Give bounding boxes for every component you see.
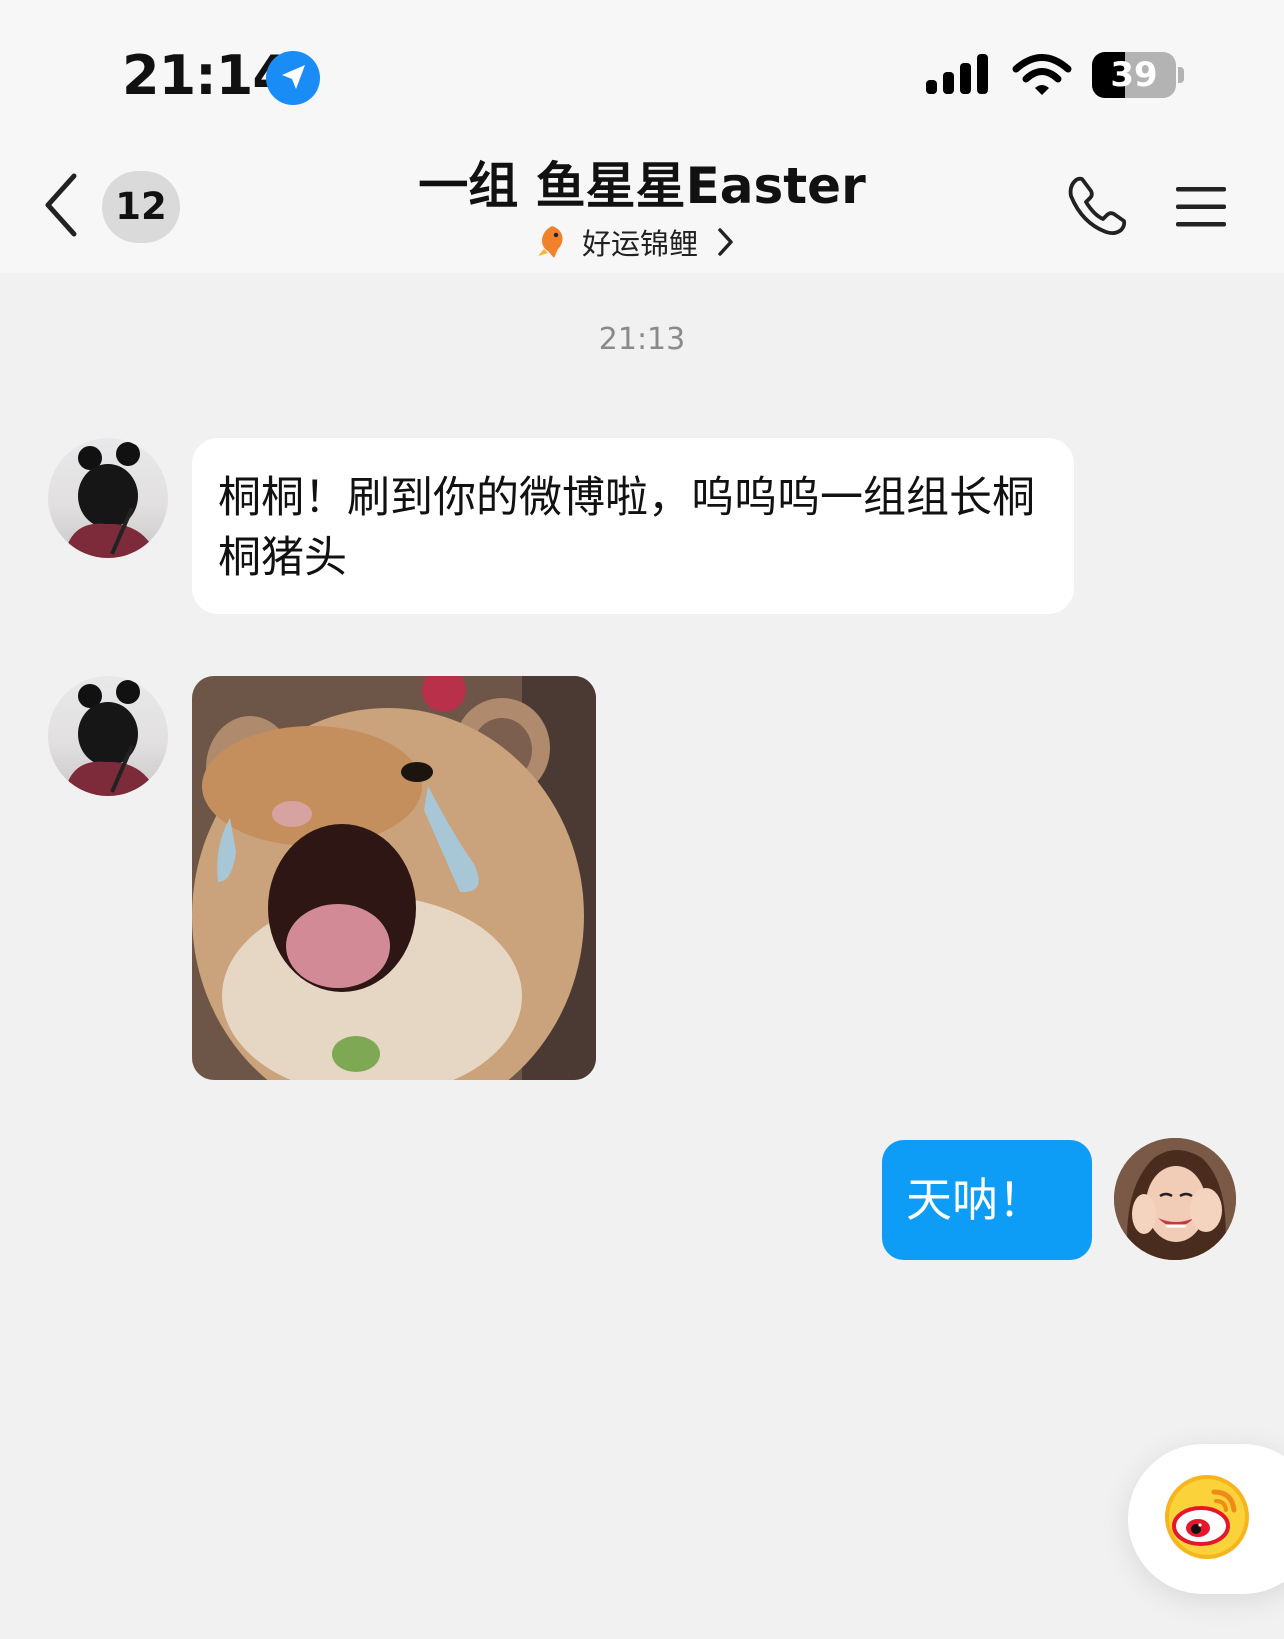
status-time: 21:14 (122, 44, 290, 107)
weibo-icon (1165, 1475, 1249, 1559)
location-arrow-icon (266, 51, 320, 105)
chevron-right-icon (718, 228, 733, 256)
unread-count-badge[interactable]: 12 (102, 171, 180, 243)
phone-icon[interactable] (1066, 174, 1128, 236)
group-tag-label: 好运锦鲤 (582, 227, 699, 261)
message-bubble-sent[interactable]: 天呐！ (882, 1140, 1092, 1260)
chat-title: 一组 鱼星星Easter (418, 157, 866, 215)
my-avatar[interactable] (1114, 1138, 1236, 1260)
wifi-icon (1012, 54, 1072, 95)
battery-percent: 39 (1110, 55, 1158, 95)
sticker-image[interactable] (192, 676, 596, 1080)
sender-avatar[interactable] (48, 438, 168, 558)
signal-icon (926, 54, 988, 94)
group-tag[interactable]: 好运锦鲤 (536, 220, 734, 264)
back-chevron-icon[interactable] (40, 172, 82, 238)
message-bubble-received[interactable]: 桐桐！刷到你的微博啦，呜呜呜一组组长桐桐猪头 (192, 438, 1074, 614)
battery-icon: 39 (1092, 52, 1184, 98)
message-timestamp: 21:13 (598, 322, 686, 357)
menu-icon[interactable] (1176, 185, 1226, 229)
sender-avatar[interactable] (48, 676, 168, 796)
top-bar: 21:14 39 12 一组 鱼星星Easter 好运锦鲤 (0, 0, 1284, 273)
fish-icon (538, 226, 563, 258)
weibo-float-button[interactable] (1128, 1444, 1284, 1594)
